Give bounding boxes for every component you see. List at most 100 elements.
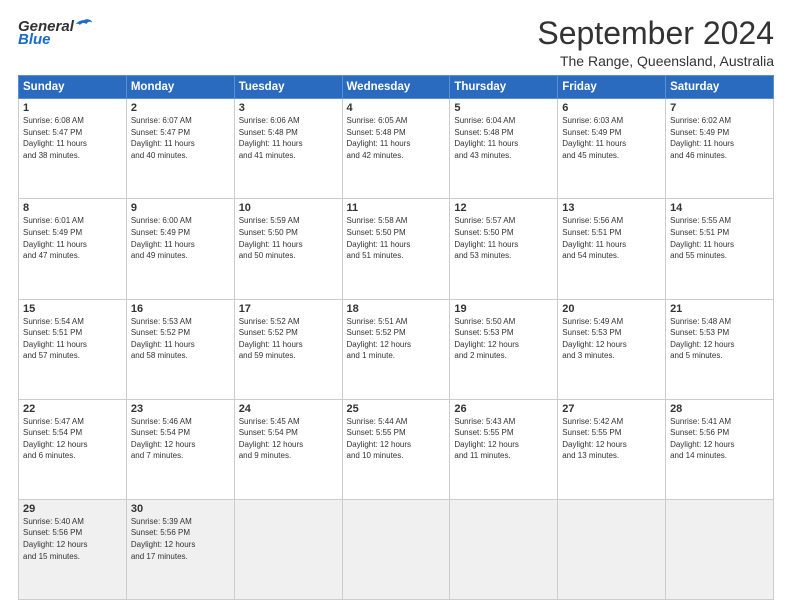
calendar-header-row: Sunday Monday Tuesday Wednesday Thursday… <box>19 76 774 99</box>
table-row: 10Sunrise: 5:59 AM Sunset: 5:50 PM Dayli… <box>234 199 342 299</box>
table-row: 14Sunrise: 5:55 AM Sunset: 5:51 PM Dayli… <box>666 199 774 299</box>
header-monday: Monday <box>126 76 234 99</box>
table-row <box>342 499 450 599</box>
header-saturday: Saturday <box>666 76 774 99</box>
day-number: 14 <box>670 202 769 214</box>
day-number: 16 <box>131 303 230 315</box>
table-row: 23Sunrise: 5:46 AM Sunset: 5:54 PM Dayli… <box>126 399 234 499</box>
table-row: 7Sunrise: 6:02 AM Sunset: 5:49 PM Daylig… <box>666 99 774 199</box>
logo-area: General Blue <box>18 16 93 48</box>
day-info: Sunrise: 5:49 AM Sunset: 5:53 PM Dayligh… <box>562 316 661 362</box>
location-title: The Range, Queensland, Australia <box>537 53 774 69</box>
table-row: 21Sunrise: 5:48 AM Sunset: 5:53 PM Dayli… <box>666 299 774 399</box>
day-info: Sunrise: 5:55 AM Sunset: 5:51 PM Dayligh… <box>670 215 769 261</box>
day-number: 25 <box>347 403 446 415</box>
day-number: 17 <box>239 303 338 315</box>
day-info: Sunrise: 6:04 AM Sunset: 5:48 PM Dayligh… <box>454 115 553 161</box>
day-number: 12 <box>454 202 553 214</box>
day-info: Sunrise: 6:02 AM Sunset: 5:49 PM Dayligh… <box>670 115 769 161</box>
day-number: 11 <box>347 202 446 214</box>
day-info: Sunrise: 5:53 AM Sunset: 5:52 PM Dayligh… <box>131 316 230 362</box>
day-number: 7 <box>670 102 769 114</box>
day-info: Sunrise: 6:03 AM Sunset: 5:49 PM Dayligh… <box>562 115 661 161</box>
day-number: 22 <box>23 403 122 415</box>
header-tuesday: Tuesday <box>234 76 342 99</box>
title-area: September 2024 The Range, Queensland, Au… <box>537 16 774 69</box>
day-info: Sunrise: 5:40 AM Sunset: 5:56 PM Dayligh… <box>23 516 122 562</box>
calendar-week-row: 8Sunrise: 6:01 AM Sunset: 5:49 PM Daylig… <box>19 199 774 299</box>
table-row: 2Sunrise: 6:07 AM Sunset: 5:47 PM Daylig… <box>126 99 234 199</box>
day-number: 23 <box>131 403 230 415</box>
day-info: Sunrise: 5:52 AM Sunset: 5:52 PM Dayligh… <box>239 316 338 362</box>
day-info: Sunrise: 5:39 AM Sunset: 5:56 PM Dayligh… <box>131 516 230 562</box>
day-info: Sunrise: 5:51 AM Sunset: 5:52 PM Dayligh… <box>347 316 446 362</box>
day-number: 9 <box>131 202 230 214</box>
day-number: 8 <box>23 202 122 214</box>
day-number: 13 <box>562 202 661 214</box>
day-info: Sunrise: 5:48 AM Sunset: 5:53 PM Dayligh… <box>670 316 769 362</box>
table-row: 29Sunrise: 5:40 AM Sunset: 5:56 PM Dayli… <box>19 499 127 599</box>
day-number: 2 <box>131 102 230 114</box>
day-number: 10 <box>239 202 338 214</box>
table-row: 11Sunrise: 5:58 AM Sunset: 5:50 PM Dayli… <box>342 199 450 299</box>
header-friday: Friday <box>558 76 666 99</box>
table-row: 5Sunrise: 6:04 AM Sunset: 5:48 PM Daylig… <box>450 99 558 199</box>
day-number: 26 <box>454 403 553 415</box>
day-info: Sunrise: 5:42 AM Sunset: 5:55 PM Dayligh… <box>562 416 661 462</box>
calendar-week-row: 15Sunrise: 5:54 AM Sunset: 5:51 PM Dayli… <box>19 299 774 399</box>
calendar-week-row: 29Sunrise: 5:40 AM Sunset: 5:56 PM Dayli… <box>19 499 774 599</box>
day-info: Sunrise: 5:43 AM Sunset: 5:55 PM Dayligh… <box>454 416 553 462</box>
logo-bird-icon <box>75 18 93 32</box>
day-info: Sunrise: 5:44 AM Sunset: 5:55 PM Dayligh… <box>347 416 446 462</box>
day-number: 5 <box>454 102 553 114</box>
calendar-week-row: 1Sunrise: 6:08 AM Sunset: 5:47 PM Daylig… <box>19 99 774 199</box>
day-info: Sunrise: 5:41 AM Sunset: 5:56 PM Dayligh… <box>670 416 769 462</box>
table-row: 19Sunrise: 5:50 AM Sunset: 5:53 PM Dayli… <box>450 299 558 399</box>
table-row: 3Sunrise: 6:06 AM Sunset: 5:48 PM Daylig… <box>234 99 342 199</box>
day-number: 3 <box>239 102 338 114</box>
calendar-table: Sunday Monday Tuesday Wednesday Thursday… <box>18 75 774 600</box>
table-row: 9Sunrise: 6:00 AM Sunset: 5:49 PM Daylig… <box>126 199 234 299</box>
table-row: 26Sunrise: 5:43 AM Sunset: 5:55 PM Dayli… <box>450 399 558 499</box>
table-row <box>558 499 666 599</box>
table-row: 22Sunrise: 5:47 AM Sunset: 5:54 PM Dayli… <box>19 399 127 499</box>
month-title: September 2024 <box>537 16 774 51</box>
day-info: Sunrise: 5:45 AM Sunset: 5:54 PM Dayligh… <box>239 416 338 462</box>
day-number: 29 <box>23 503 122 515</box>
day-number: 28 <box>670 403 769 415</box>
table-row: 1Sunrise: 6:08 AM Sunset: 5:47 PM Daylig… <box>19 99 127 199</box>
day-info: Sunrise: 5:47 AM Sunset: 5:54 PM Dayligh… <box>23 416 122 462</box>
day-info: Sunrise: 5:58 AM Sunset: 5:50 PM Dayligh… <box>347 215 446 261</box>
day-number: 27 <box>562 403 661 415</box>
table-row: 24Sunrise: 5:45 AM Sunset: 5:54 PM Dayli… <box>234 399 342 499</box>
day-info: Sunrise: 5:46 AM Sunset: 5:54 PM Dayligh… <box>131 416 230 462</box>
calendar-week-row: 22Sunrise: 5:47 AM Sunset: 5:54 PM Dayli… <box>19 399 774 499</box>
day-number: 21 <box>670 303 769 315</box>
day-info: Sunrise: 5:57 AM Sunset: 5:50 PM Dayligh… <box>454 215 553 261</box>
day-number: 15 <box>23 303 122 315</box>
table-row: 30Sunrise: 5:39 AM Sunset: 5:56 PM Dayli… <box>126 499 234 599</box>
calendar-body: 1Sunrise: 6:08 AM Sunset: 5:47 PM Daylig… <box>19 99 774 600</box>
day-info: Sunrise: 6:08 AM Sunset: 5:47 PM Dayligh… <box>23 115 122 161</box>
day-number: 20 <box>562 303 661 315</box>
table-row: 6Sunrise: 6:03 AM Sunset: 5:49 PM Daylig… <box>558 99 666 199</box>
header-wednesday: Wednesday <box>342 76 450 99</box>
day-number: 4 <box>347 102 446 114</box>
day-info: Sunrise: 5:56 AM Sunset: 5:51 PM Dayligh… <box>562 215 661 261</box>
day-info: Sunrise: 6:07 AM Sunset: 5:47 PM Dayligh… <box>131 115 230 161</box>
table-row: 4Sunrise: 6:05 AM Sunset: 5:48 PM Daylig… <box>342 99 450 199</box>
day-number: 18 <box>347 303 446 315</box>
page: General Blue September 2024 The Range, Q… <box>0 0 792 612</box>
day-info: Sunrise: 5:59 AM Sunset: 5:50 PM Dayligh… <box>239 215 338 261</box>
header-thursday: Thursday <box>450 76 558 99</box>
table-row <box>666 499 774 599</box>
day-info: Sunrise: 6:00 AM Sunset: 5:49 PM Dayligh… <box>131 215 230 261</box>
table-row: 25Sunrise: 5:44 AM Sunset: 5:55 PM Dayli… <box>342 399 450 499</box>
table-row: 15Sunrise: 5:54 AM Sunset: 5:51 PM Dayli… <box>19 299 127 399</box>
table-row: 13Sunrise: 5:56 AM Sunset: 5:51 PM Dayli… <box>558 199 666 299</box>
table-row: 8Sunrise: 6:01 AM Sunset: 5:49 PM Daylig… <box>19 199 127 299</box>
day-info: Sunrise: 5:54 AM Sunset: 5:51 PM Dayligh… <box>23 316 122 362</box>
header-sunday: Sunday <box>19 76 127 99</box>
day-info: Sunrise: 6:06 AM Sunset: 5:48 PM Dayligh… <box>239 115 338 161</box>
table-row: 18Sunrise: 5:51 AM Sunset: 5:52 PM Dayli… <box>342 299 450 399</box>
